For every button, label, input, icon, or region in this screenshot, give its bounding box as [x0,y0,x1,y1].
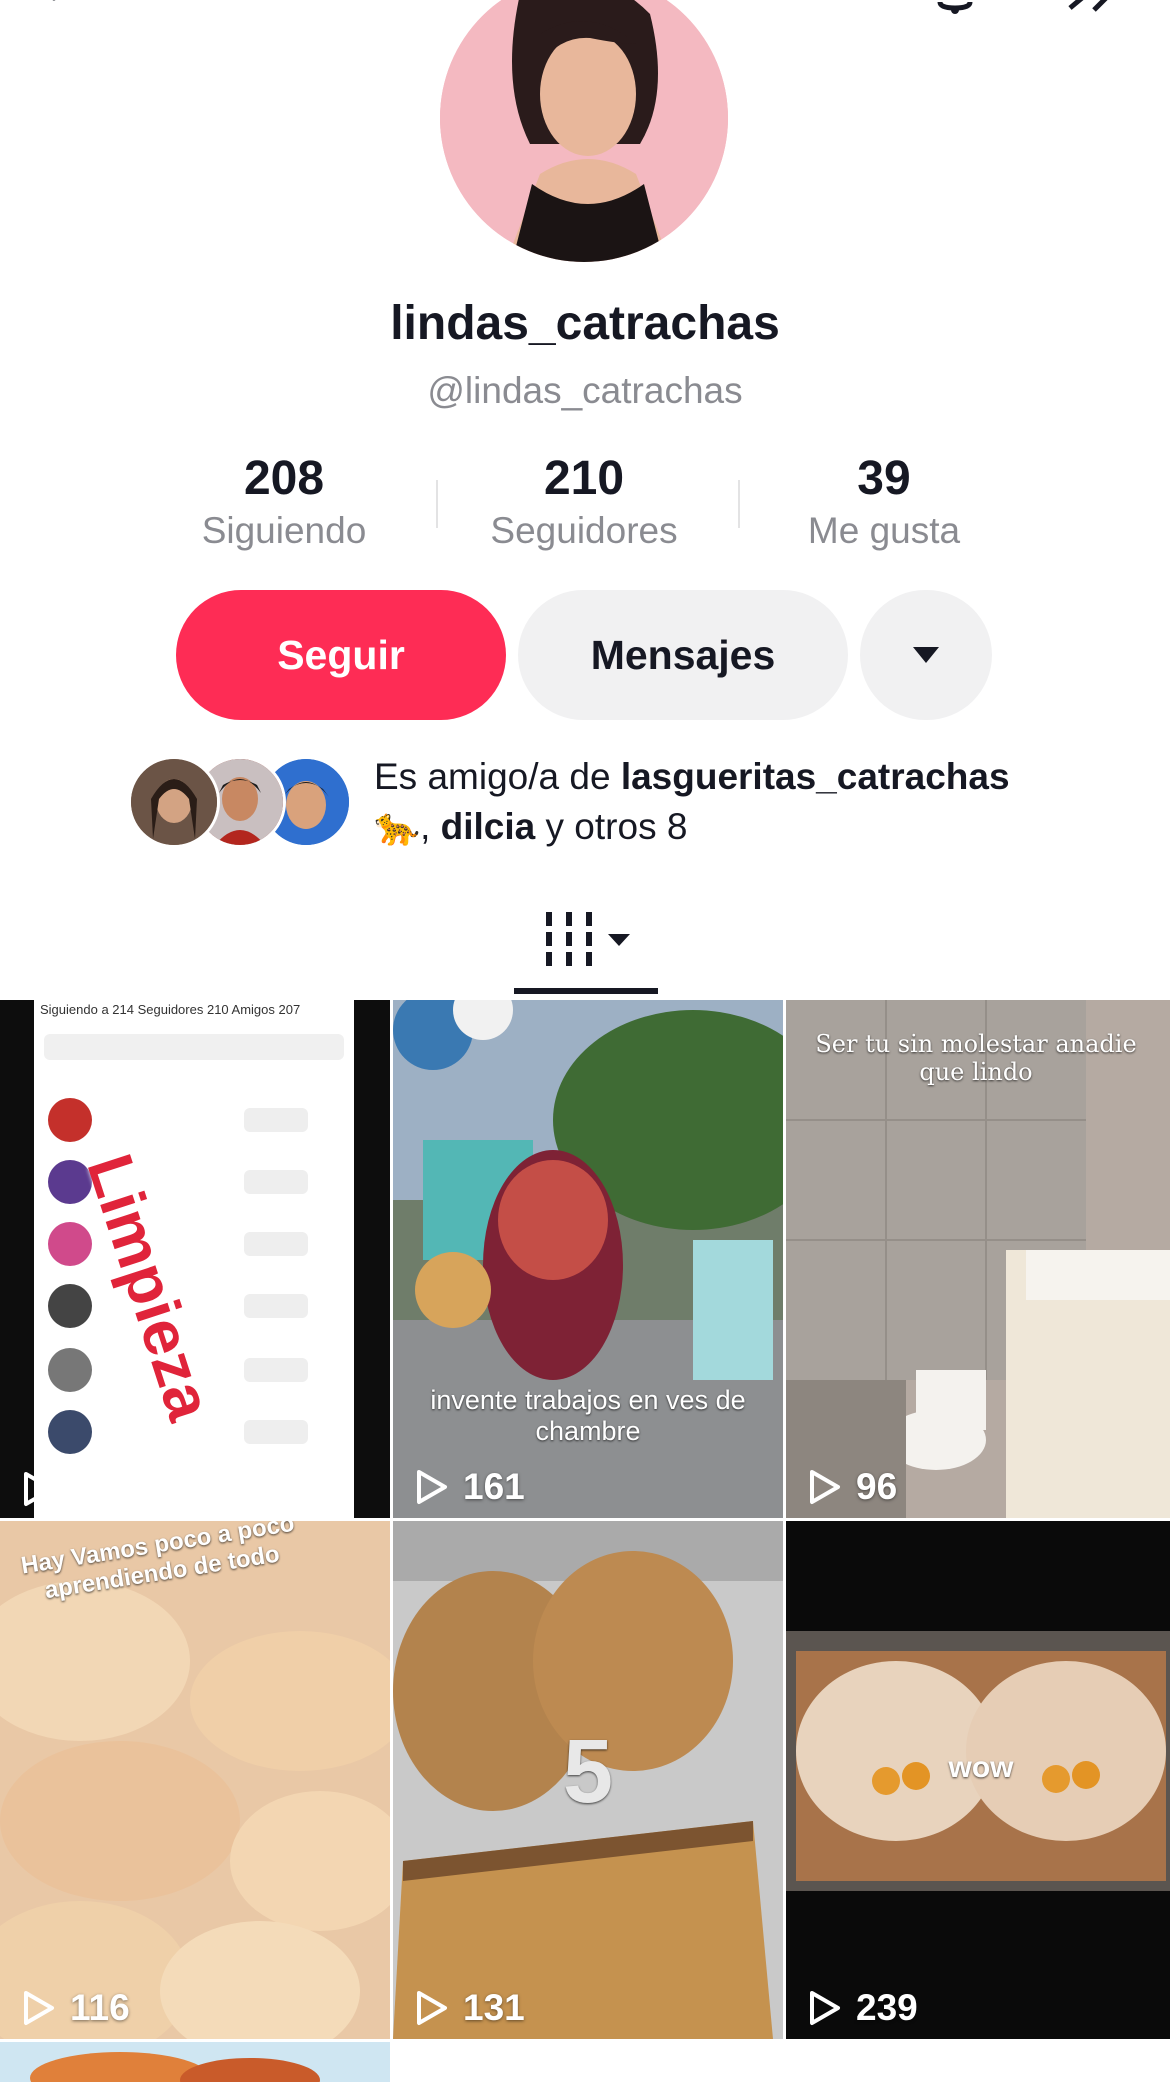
thumbnail-image [0,2042,390,2082]
play-icon [810,1470,840,1504]
view-count-value: 96 [856,1466,898,1507]
tab-underline [514,988,658,994]
view-count: 161 [413,1466,525,1508]
friend-name: lasgueritas_catrachas [620,756,1010,797]
friends-prefix: Es amigo/a de [374,756,621,797]
friend-name: dilcia [440,806,536,847]
notification-bell-icon[interactable] [930,0,980,14]
view-count-value: 116 [70,1987,130,2028]
avatar-photo [440,0,728,262]
view-count: 239 [806,1987,918,2029]
friend-avatar[interactable] [128,756,220,848]
video-thumbnail[interactable]: wow 239 [786,1521,1170,2039]
likes-label: Me gusta [807,510,961,551]
view-count: 96 [806,1466,897,1508]
view-count: 116 [20,1987,130,2029]
video-thumbnail[interactable]: invente trabajos en ves de chambre 161 [393,1000,783,1518]
video-thumbnail[interactable]: Hay Vamos poco a poco aprendiendo de tod… [0,1521,390,2039]
overlay-title: 5 [562,1722,614,1822]
overlay-title: invente trabajos en ves de chambre [430,1385,746,1446]
play-icon [417,1991,447,2025]
overlay-subtext: Siguiendo a 214 Seguidores 210 Amigos 20… [40,1002,301,1017]
followers-count: 210 [543,452,625,505]
likes-count: 39 [857,452,911,505]
leopard-emoji: 🐆 [374,806,421,847]
message-button[interactable]: Mensajes [518,590,848,720]
view-count-value: 131 [463,1987,525,2028]
view-count: 131 [413,1987,525,2029]
share-icon[interactable] [1064,0,1112,14]
videos-grid-tab-icon[interactable] [514,900,654,980]
friends-suffix: y otros 8 [535,806,688,847]
view-count [20,1470,70,1508]
video-thumbnail[interactable] [0,2042,390,2082]
play-icon [417,1470,447,1504]
view-count-value: 161 [463,1466,525,1507]
video-thumbnail[interactable]: 5 131 [393,1521,783,2039]
following-count: 208 [243,452,325,505]
overlay-title: Ser tu sin molestar anadie que lindo [815,1030,1137,1086]
display-name: lindas_catrachas [390,297,780,350]
view-count-value: 239 [856,1987,918,2028]
triangle-down-icon [913,647,939,663]
suggested-accounts-button[interactable] [860,590,992,720]
video-thumbnail[interactable]: Siguiendo a 214 Seguidores 210 Amigos 20… [0,1000,390,1518]
back-arrow-icon[interactable] [40,0,84,12]
following-label: Siguiendo [201,510,367,551]
avatar[interactable] [440,0,728,262]
username-handle: @lindas_catrachas [427,370,743,411]
play-icon [810,1991,840,2025]
video-thumbnail[interactable]: Ser tu sin molestar anadie que lindo 96 [786,1000,1170,1518]
followers-label: Seguidores [490,510,678,551]
play-icon [24,1991,54,2025]
stat-following[interactable]: 208 Siguiendo [134,452,434,554]
mutual-friends-text[interactable]: Es amigo/a de lasgueritas_catrachas 🐆, di… [374,752,1074,852]
friends-separator: , [420,806,441,847]
follow-button[interactable]: Seguir [176,590,506,720]
overlay-title: wow [948,1751,1014,1784]
stat-likes: 39 Me gusta [734,452,1034,554]
stat-followers[interactable]: 210 Seguidores [434,452,734,554]
play-icon [24,1472,54,1506]
